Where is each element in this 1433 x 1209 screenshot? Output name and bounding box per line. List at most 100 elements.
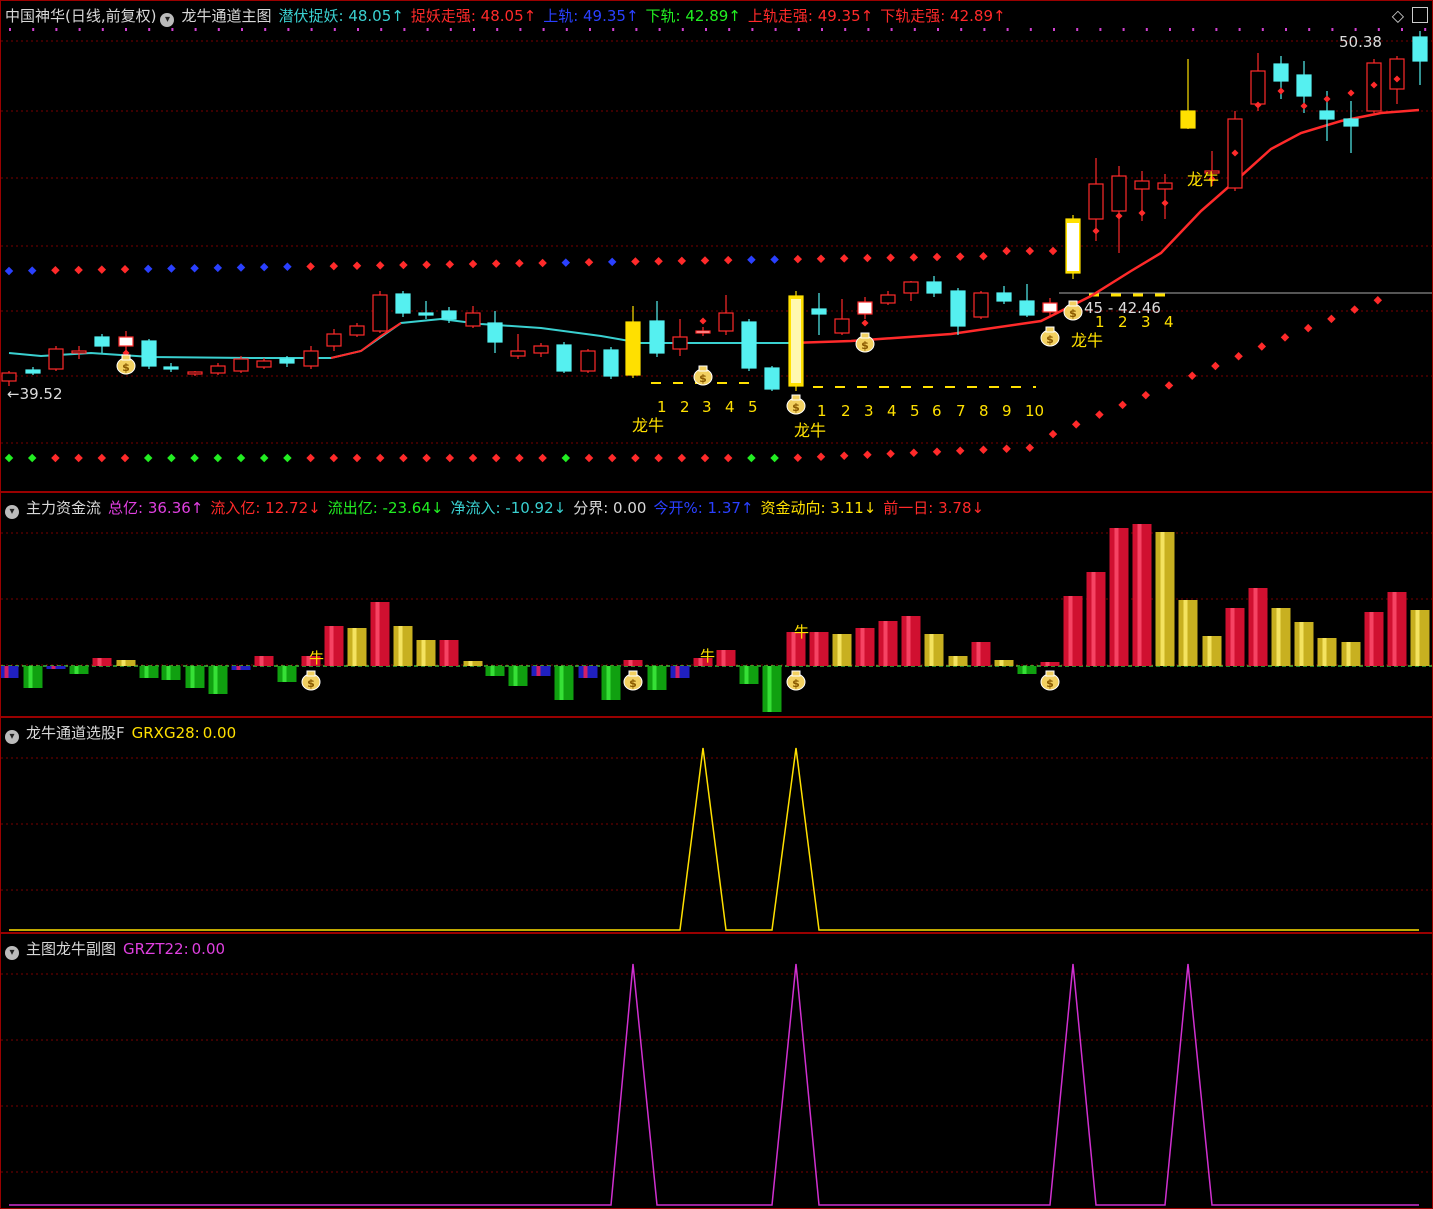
upper-band-dot bbox=[143, 264, 153, 274]
lower-band-dot bbox=[909, 448, 919, 457]
lower-band-dot bbox=[213, 453, 223, 463]
signal-dot bbox=[1347, 89, 1355, 97]
money-bag-icon: $ bbox=[1040, 670, 1060, 691]
money-flow-bar bbox=[139, 666, 159, 678]
tick-mark bbox=[983, 28, 986, 31]
lower-band-dot bbox=[422, 453, 431, 463]
candle-body bbox=[1412, 36, 1428, 62]
lower-band-dot bbox=[27, 453, 37, 463]
sub-chart-pane[interactable]: ▾ 主图龙牛副图 GRZT22: 0.00 bbox=[0, 933, 1433, 1209]
collapse-icon[interactable]: ▾ bbox=[5, 730, 19, 744]
main-chart-pane[interactable]: 中国神华(日线,前复权) ▾ 龙牛通道主图 潜伏捉妖: 48.05↑ 捉妖走强: 48.… bbox=[0, 0, 1433, 492]
lower-band-dot bbox=[468, 453, 478, 463]
lower-band-dot bbox=[654, 453, 663, 463]
lower-band-dot bbox=[747, 453, 756, 463]
money-flow-bar-shine bbox=[744, 666, 749, 684]
money-flow-bar-shine bbox=[628, 660, 633, 666]
money-flow-bar bbox=[1086, 572, 1106, 666]
candle-body bbox=[118, 336, 134, 347]
indicator-values: 潜伏捉妖: 48.05↑ 捉妖走强: 48.05↑ 上轨: 49.35↑ 下轨: 42… bbox=[279, 7, 1013, 25]
candlestick-chart[interactable]: $ $ $ $ $ $ bbox=[1, 1, 1433, 492]
upper-band-dot bbox=[770, 255, 779, 264]
money-flow-bar bbox=[23, 666, 43, 688]
tick-mark bbox=[241, 28, 243, 31]
count-label: 8 bbox=[979, 402, 989, 420]
lower-band-dot bbox=[1211, 361, 1220, 371]
tick-mark bbox=[681, 28, 684, 31]
upper-band-dot bbox=[839, 254, 849, 263]
lower-band-dot bbox=[979, 445, 988, 454]
lower-band-dot bbox=[4, 453, 14, 463]
lower-band-dot bbox=[1002, 444, 1011, 454]
upper-band-dot bbox=[445, 260, 455, 269]
lower-band-dot bbox=[259, 453, 269, 463]
money-flow-bar-shine bbox=[1392, 592, 1397, 666]
upper-band-dot bbox=[793, 254, 803, 264]
money-flow-pane[interactable]: ▾ 主力资金流 总亿: 36.36↑ 流入亿: 12.72↓ 流出亿: -23.64↓ 净… bbox=[0, 492, 1433, 717]
money-flow-bar-shine bbox=[1253, 588, 1258, 666]
tick-mark bbox=[1377, 28, 1380, 31]
upper-band-dot bbox=[886, 253, 895, 262]
money-flow-bar bbox=[46, 666, 66, 669]
upper-band-dot bbox=[468, 259, 478, 269]
selection-signal-title[interactable]: 龙牛通道选股F bbox=[26, 724, 125, 742]
money-flow-bar-shine bbox=[444, 640, 449, 666]
lower-band-dot bbox=[236, 453, 246, 463]
candle-body bbox=[1088, 183, 1104, 220]
money-flow-bar-shine bbox=[74, 666, 79, 674]
sub-chart[interactable] bbox=[1, 934, 1433, 1209]
upper-band-dot bbox=[375, 261, 385, 270]
tick-mark bbox=[1261, 28, 1264, 31]
collapse-icon[interactable]: ▾ bbox=[160, 13, 175, 27]
money-flow-bar bbox=[161, 666, 181, 680]
money-flow-chart[interactable]: $ $ $ $ bbox=[1, 493, 1433, 717]
collapse-icon[interactable]: ▾ bbox=[5, 946, 19, 960]
money-flow-bar bbox=[1040, 662, 1060, 666]
tick-mark bbox=[125, 28, 127, 31]
collapse-icon[interactable]: ▾ bbox=[5, 505, 19, 519]
money-flow-bar bbox=[1, 666, 19, 678]
money-flow-bar bbox=[1178, 600, 1198, 666]
svg-text:$: $ bbox=[1046, 677, 1054, 690]
count-label: 9 bbox=[1002, 402, 1012, 420]
candle-body bbox=[834, 318, 850, 334]
high-price-label: 50.38 bbox=[1339, 33, 1382, 51]
svg-text:$: $ bbox=[699, 372, 707, 385]
money-flow-bar-shine bbox=[1068, 596, 1073, 666]
upper-band-dot bbox=[399, 260, 408, 270]
money-flow-bar-shine bbox=[767, 666, 772, 712]
candle-body bbox=[71, 350, 87, 354]
money-flow-bar bbox=[254, 656, 274, 666]
money-flow-bar-shine bbox=[421, 640, 426, 666]
sub-chart-line bbox=[9, 963, 1419, 1206]
selection-signal-chart[interactable] bbox=[1, 718, 1433, 933]
selection-signal-pane[interactable]: ▾ 龙牛通道选股F GRXG28: 0.00 bbox=[0, 717, 1433, 933]
money-flow-bar-shine bbox=[4, 666, 9, 678]
money-flow-bar bbox=[1017, 666, 1037, 674]
candle-body bbox=[1019, 300, 1035, 316]
tick-mark bbox=[333, 28, 336, 31]
upper-band-dot bbox=[306, 262, 315, 271]
money-flow-bar bbox=[439, 640, 459, 666]
tick-mark bbox=[890, 28, 893, 31]
candle-body bbox=[48, 348, 64, 370]
upper-band-dot bbox=[723, 255, 733, 265]
indicator-name[interactable]: 龙牛通道主图 bbox=[181, 7, 271, 25]
money-flow-bar-shine bbox=[814, 632, 819, 666]
candle-body bbox=[718, 312, 734, 332]
tick-mark bbox=[1006, 28, 1009, 31]
candle-body bbox=[695, 330, 711, 334]
candle-body bbox=[1134, 180, 1150, 190]
money-flow-bar bbox=[231, 666, 251, 670]
candle-highlight bbox=[1067, 223, 1079, 271]
money-flow-title[interactable]: 主力资金流 bbox=[26, 499, 101, 517]
candle-body bbox=[1296, 74, 1312, 97]
money-flow-bar-shine bbox=[329, 626, 334, 666]
svg-text:$: $ bbox=[307, 677, 315, 690]
money-flow-value-4: 分界: 0.00 bbox=[573, 499, 647, 517]
money-flow-value-6: 资金动向: 3.11↓ bbox=[760, 499, 877, 517]
candle-body bbox=[279, 358, 295, 364]
sub-chart-title[interactable]: 主图龙牛副图 bbox=[26, 940, 116, 958]
candle-body bbox=[349, 325, 365, 336]
money-flow-bar-shine bbox=[1276, 608, 1281, 666]
